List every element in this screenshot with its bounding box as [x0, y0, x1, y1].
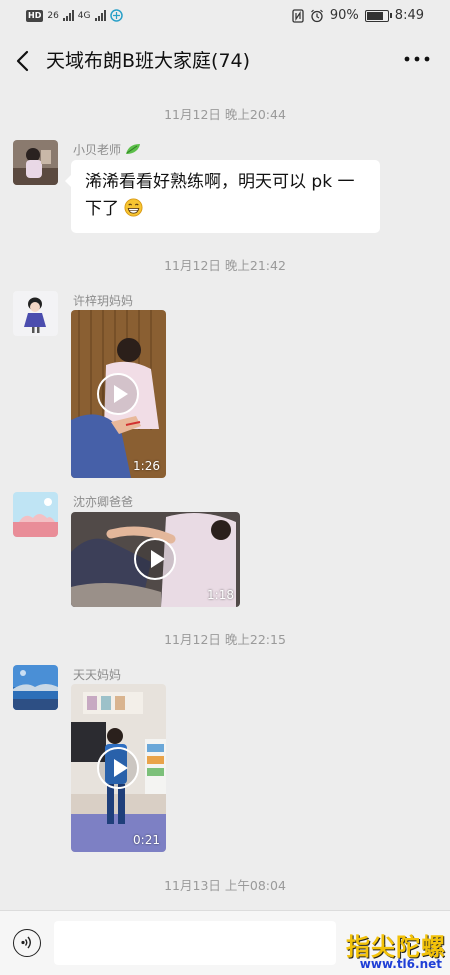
- chat-header: 天域布朗B班大家庭(74): [0, 34, 450, 88]
- signal-icon: [62, 10, 74, 21]
- video-message[interactable]: 1:26: [71, 310, 166, 478]
- hd-badge: HD: [26, 9, 44, 22]
- timestamp: 11月12日 晚上20:44: [164, 107, 286, 122]
- video-message[interactable]: 0:21: [71, 684, 166, 852]
- sender-name: 许梓玥妈妈: [73, 294, 134, 308]
- status-bar: HD 26 4G 90% 8:49: [0, 0, 450, 34]
- avatar[interactable]: [13, 665, 58, 710]
- grinning-emoji-icon: [124, 198, 143, 217]
- battery-icon: [364, 9, 392, 22]
- network-26-label: 26: [47, 10, 59, 21]
- sender-name: 天天妈妈: [73, 668, 122, 682]
- message-input[interactable]: [54, 921, 336, 965]
- status-right: 90% 8:49: [292, 8, 424, 23]
- nfc-icon: [292, 8, 304, 23]
- status-left: HD 26 4G: [26, 9, 123, 22]
- avatar[interactable]: [13, 291, 58, 336]
- video-message[interactable]: 1:18: [71, 512, 240, 607]
- leaf-emoji-icon: [125, 144, 140, 154]
- input-bar: 指尖陀螺 www.tl6.net: [0, 910, 450, 975]
- chat-title[interactable]: 天域布朗B班大家庭(74): [46, 47, 250, 75]
- voice-icon[interactable]: [13, 929, 41, 957]
- timestamp: 11月13日 上午08:04: [164, 878, 286, 893]
- video-duration: 1:18: [207, 588, 234, 602]
- video-duration: 1:26: [133, 459, 160, 473]
- sender-name: 沈亦卿爸爸: [73, 495, 134, 509]
- battery-percent: 90%: [329, 8, 359, 23]
- mobile-data-icon: [109, 9, 123, 22]
- message-bubble[interactable]: 浠浠看看好熟练啊，明天可以 pk 一下了: [65, 160, 380, 233]
- timestamp: 11月12日 晚上21:42: [164, 258, 286, 273]
- avatar[interactable]: [13, 492, 58, 537]
- sender-name: 小贝老师: [73, 141, 141, 158]
- play-icon[interactable]: [97, 747, 139, 789]
- sender-name-text: 小贝老师: [73, 143, 122, 157]
- play-icon[interactable]: [97, 373, 139, 415]
- clock: 8:49: [394, 8, 424, 23]
- watermark-url: www.tl6.net: [359, 957, 442, 971]
- more-dots-icon[interactable]: [404, 54, 430, 64]
- timestamp: 11月12日 晚上22:15: [164, 632, 286, 647]
- play-icon[interactable]: [134, 538, 176, 580]
- signal-icon-2: [94, 10, 106, 21]
- chevron-left-icon[interactable]: [12, 48, 36, 74]
- avatar[interactable]: [13, 140, 58, 185]
- alarm-icon: [310, 9, 323, 22]
- watermark-logo: 指尖陀螺 www.tl6.net: [340, 921, 446, 973]
- network-4g-label: 4G: [77, 10, 91, 21]
- video-duration: 0:21: [133, 833, 160, 847]
